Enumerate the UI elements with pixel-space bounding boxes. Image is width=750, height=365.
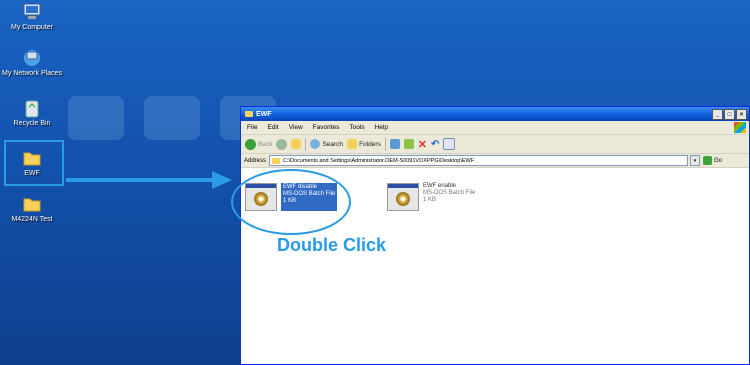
toolbar-separator bbox=[305, 137, 307, 151]
address-input[interactable]: C:\Documents and Settings\Administrator.… bbox=[269, 155, 689, 166]
minimize-button[interactable]: _ bbox=[712, 109, 723, 120]
desktop-icon-label: EWF bbox=[24, 170, 40, 177]
menu-favorites[interactable]: Favorites bbox=[313, 124, 340, 131]
address-path: C:\Documents and Settings\Administrator.… bbox=[283, 157, 475, 164]
address-dropdown-button[interactable]: ▾ bbox=[690, 155, 701, 166]
file-type: MS-DOS Batch File bbox=[423, 190, 476, 196]
maximize-button[interactable]: □ bbox=[724, 109, 735, 120]
desktop-icon-label: Recycle Bin bbox=[13, 120, 51, 127]
forward-arrow-icon[interactable] bbox=[276, 138, 288, 150]
menu-tools[interactable]: Tools bbox=[349, 124, 364, 131]
folders-icon bbox=[347, 139, 358, 149]
address-bar: Address C:\Documents and Settings\Admini… bbox=[241, 154, 749, 168]
search-label: Search bbox=[322, 140, 344, 148]
file-details: EWF enable MS-DOS Batch File 1 KB bbox=[423, 183, 475, 211]
double-click-highlight-ring bbox=[231, 169, 351, 235]
search-button[interactable]: Search bbox=[310, 139, 343, 149]
network-icon bbox=[21, 48, 43, 68]
folder-icon bbox=[21, 148, 43, 168]
double-click-annotation: Double Click bbox=[277, 235, 387, 255]
search-icon bbox=[310, 139, 321, 149]
folder-icon bbox=[245, 111, 253, 117]
recycle-bin-icon bbox=[21, 98, 43, 118]
go-arrow-icon bbox=[703, 156, 713, 165]
folder-icon bbox=[21, 194, 43, 214]
window-title: EWF bbox=[256, 110, 272, 118]
windows-logo-icon bbox=[734, 122, 746, 133]
back-arrow-icon bbox=[245, 138, 256, 150]
go-label: Go bbox=[714, 157, 723, 164]
desktop-icon-my-network-places[interactable]: My Network Places bbox=[2, 48, 62, 78]
folders-label: Folders bbox=[359, 140, 381, 148]
copy-to-icon[interactable] bbox=[403, 139, 414, 149]
desktop-icon-my-computer[interactable]: My Computer bbox=[2, 2, 62, 32]
move-to-icon[interactable] bbox=[389, 139, 400, 149]
file-size: 1 KB bbox=[423, 197, 437, 203]
menu-edit[interactable]: Edit bbox=[267, 124, 278, 131]
desktop-icon-label: My Computer bbox=[10, 24, 53, 31]
close-button[interactable]: × bbox=[736, 109, 747, 120]
folders-button[interactable]: Folders bbox=[347, 139, 381, 149]
window-titlebar[interactable]: EWF _ □ × bbox=[241, 107, 749, 121]
file-name: EWF enable bbox=[423, 183, 457, 189]
folder-icon bbox=[272, 157, 281, 164]
go-button[interactable]: Go bbox=[703, 156, 722, 165]
back-label: Back bbox=[258, 140, 273, 148]
undo-icon[interactable]: ↶ bbox=[431, 139, 439, 150]
desktop-icon-ewf[interactable]: EWF bbox=[2, 148, 62, 178]
pointer-arrow-head bbox=[212, 171, 232, 189]
back-button[interactable]: Back bbox=[245, 138, 273, 150]
views-icon[interactable] bbox=[443, 138, 456, 150]
desktop-icon-m4224n-test[interactable]: M4224N Test bbox=[2, 194, 62, 224]
menu-file[interactable]: File bbox=[247, 124, 257, 131]
pointer-arrow-line bbox=[66, 178, 212, 182]
desktop-icon-label: My Network Places bbox=[2, 70, 62, 77]
ghost-icon-placeholder bbox=[68, 96, 124, 140]
desktop-icon-recycle-bin[interactable]: Recycle Bin bbox=[2, 98, 62, 128]
delete-icon[interactable]: ✕ bbox=[418, 138, 427, 151]
file-item-ewf-enable[interactable]: EWF enable MS-DOS Batch File 1 KB bbox=[387, 183, 475, 211]
computer-icon bbox=[21, 2, 43, 22]
desktop-icon-label: M4224N Test bbox=[11, 216, 53, 223]
menu-bar: File Edit View Favorites Tools Help bbox=[241, 121, 749, 135]
ghost-icon-placeholder bbox=[144, 96, 200, 140]
toolbar: Back Search Folders ✕ ↶ bbox=[241, 135, 749, 154]
batch-file-icon bbox=[387, 183, 419, 211]
explorer-window: EWF _ □ × File Edit View Favorites Tools… bbox=[231, 106, 750, 365]
toolbar-separator bbox=[384, 137, 386, 151]
menu-help[interactable]: Help bbox=[375, 124, 388, 131]
address-label: Address bbox=[244, 157, 267, 164]
up-folder-icon[interactable] bbox=[291, 139, 302, 149]
menu-view[interactable]: View bbox=[289, 124, 303, 131]
